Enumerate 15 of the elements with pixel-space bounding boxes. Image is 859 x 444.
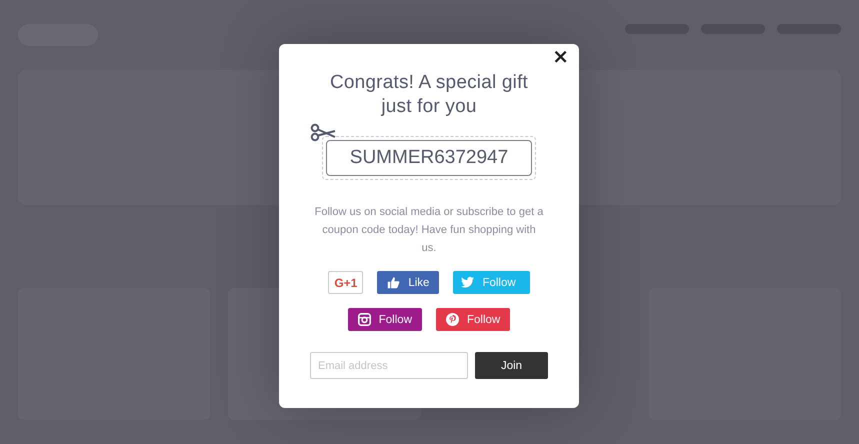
join-button[interactable]: Join — [475, 352, 548, 379]
dialog-title: Congrats! A special gift just for you — [328, 71, 530, 119]
scissors-icon — [310, 122, 336, 142]
bird-icon — [461, 276, 474, 289]
pin-logo-icon — [446, 313, 459, 326]
message-text: Follow us on social media or subscribe to get a coupon code today! Have fun shopping with us. — [314, 205, 544, 256]
coupon-code: SUMMER6372947 — [326, 140, 532, 176]
facebook-button[interactable]: Like — [377, 271, 440, 294]
pinterest-button[interactable]: Follow — [436, 308, 510, 331]
google-button[interactable]: G+1 — [328, 271, 364, 294]
instagram-button[interactable]: Follow — [348, 308, 422, 331]
camera-icon — [358, 313, 371, 326]
thumbs-up-icon — [387, 276, 400, 289]
close-button[interactable]: × — [548, 46, 573, 66]
email-input[interactable]: Email address — [310, 352, 468, 379]
